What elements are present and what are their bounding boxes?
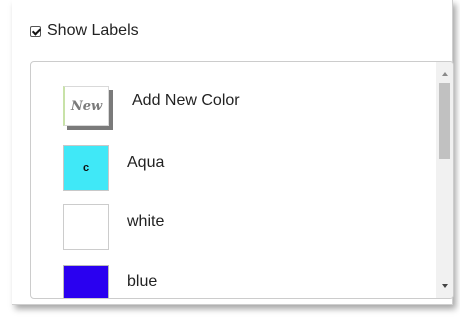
- color-picker-panel: Show Labels New Add New Color c Aqua whi…: [12, 0, 454, 305]
- vertical-scrollbar[interactable]: [436, 62, 453, 298]
- add-new-color-label[interactable]: Add New Color: [132, 92, 240, 110]
- blue-color-swatch[interactable]: [63, 265, 109, 298]
- show-labels-label: Show Labels: [47, 22, 139, 39]
- aqua-color-swatch[interactable]: c: [63, 145, 109, 191]
- add-new-color-swatch[interactable]: New: [63, 86, 109, 126]
- scroll-down-button[interactable]: [436, 278, 453, 294]
- scrollbar-thumb[interactable]: [439, 83, 450, 159]
- color-list: New Add New Color c Aqua white blue: [30, 61, 454, 299]
- color-list-items: New Add New Color c Aqua white blue: [31, 62, 435, 298]
- aqua-swatch-text: c: [82, 162, 90, 174]
- show-labels-checkbox[interactable]: [30, 25, 41, 37]
- white-color-label[interactable]: white: [127, 213, 164, 231]
- scroll-up-button[interactable]: [436, 66, 453, 82]
- aqua-color-label[interactable]: Aqua: [127, 154, 164, 172]
- scroll-up-arrow-icon: [441, 72, 448, 76]
- white-color-swatch[interactable]: [63, 204, 109, 250]
- blue-color-label[interactable]: blue: [127, 273, 157, 291]
- new-swatch-text: New: [70, 98, 103, 114]
- scroll-down-arrow-icon: [441, 284, 448, 288]
- show-labels-option[interactable]: Show Labels: [30, 20, 139, 42]
